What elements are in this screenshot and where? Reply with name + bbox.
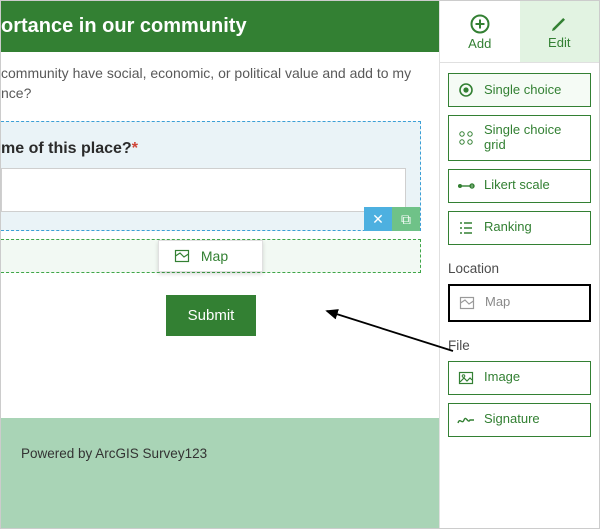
dragging-map-question[interactable]: Map xyxy=(158,240,263,272)
question-palette: Add Edit Single choice xyxy=(439,1,599,528)
question-text-input[interactable] xyxy=(1,168,406,212)
question-actions: ✕ ⧉ xyxy=(364,207,420,231)
tab-edit-label: Edit xyxy=(548,35,570,50)
tab-add[interactable]: Add xyxy=(440,1,520,62)
tab-add-label: Add xyxy=(468,36,491,51)
option-likert-label: Likert scale xyxy=(484,178,550,193)
question-name-of-place[interactable]: me of this place?* ✕ ⧉ xyxy=(1,121,421,231)
pencil-icon xyxy=(549,14,569,34)
option-single-choice[interactable]: Single choice xyxy=(448,73,591,107)
option-image[interactable]: Image xyxy=(448,361,591,395)
close-icon[interactable]: ✕ xyxy=(364,207,392,231)
plus-circle-icon xyxy=(469,13,491,35)
survey-description: community have social, economic, or poli… xyxy=(1,64,421,121)
description-line2: nce? xyxy=(1,85,31,101)
submit-row: Submit xyxy=(1,273,421,358)
submit-button[interactable]: Submit xyxy=(166,295,257,336)
form-designer-canvas: ortance in our community community have … xyxy=(1,1,439,528)
option-single-choice-grid[interactable]: Single choice grid xyxy=(448,115,591,161)
map-icon xyxy=(458,294,476,312)
map-icon xyxy=(173,247,191,265)
option-image-label: Image xyxy=(484,370,520,385)
section-location: Location xyxy=(448,261,591,276)
radio-icon xyxy=(457,81,475,99)
signature-icon xyxy=(457,411,475,429)
palette-body: Single choice Single choice grid xyxy=(440,63,599,455)
option-likert-scale[interactable]: Likert scale xyxy=(448,169,591,203)
option-signature[interactable]: Signature xyxy=(448,403,591,437)
tab-edit[interactable]: Edit xyxy=(520,1,600,62)
dragging-map-label: Map xyxy=(201,248,228,264)
footer-text: Powered by ArcGIS Survey123 xyxy=(21,446,207,461)
survey-title: ortance in our community xyxy=(1,1,439,52)
question-label: me of this place?* xyxy=(1,140,406,158)
ranking-icon xyxy=(457,219,475,237)
option-ranking-label: Ranking xyxy=(484,220,532,235)
grid-radio-icon xyxy=(457,129,475,147)
drop-target-new-question[interactable]: Map xyxy=(1,239,421,273)
palette-tabs: Add Edit xyxy=(440,1,599,63)
required-marker: * xyxy=(132,140,138,157)
option-signature-label: Signature xyxy=(484,412,540,427)
option-single-choice-grid-label: Single choice grid xyxy=(484,123,582,153)
option-map[interactable]: Map xyxy=(448,284,591,322)
option-ranking[interactable]: Ranking xyxy=(448,211,591,245)
option-map-label: Map xyxy=(485,295,510,310)
likert-icon xyxy=(457,177,475,195)
option-single-choice-label: Single choice xyxy=(484,83,561,98)
image-icon xyxy=(457,369,475,387)
description-line1: community have social, economic, or poli… xyxy=(1,65,411,81)
survey-body: community have social, economic, or poli… xyxy=(1,52,439,358)
section-file: File xyxy=(448,338,591,353)
survey-footer: Powered by ArcGIS Survey123 xyxy=(1,418,439,528)
duplicate-icon[interactable]: ⧉ xyxy=(392,207,420,231)
question-label-text: me of this place? xyxy=(1,140,132,157)
